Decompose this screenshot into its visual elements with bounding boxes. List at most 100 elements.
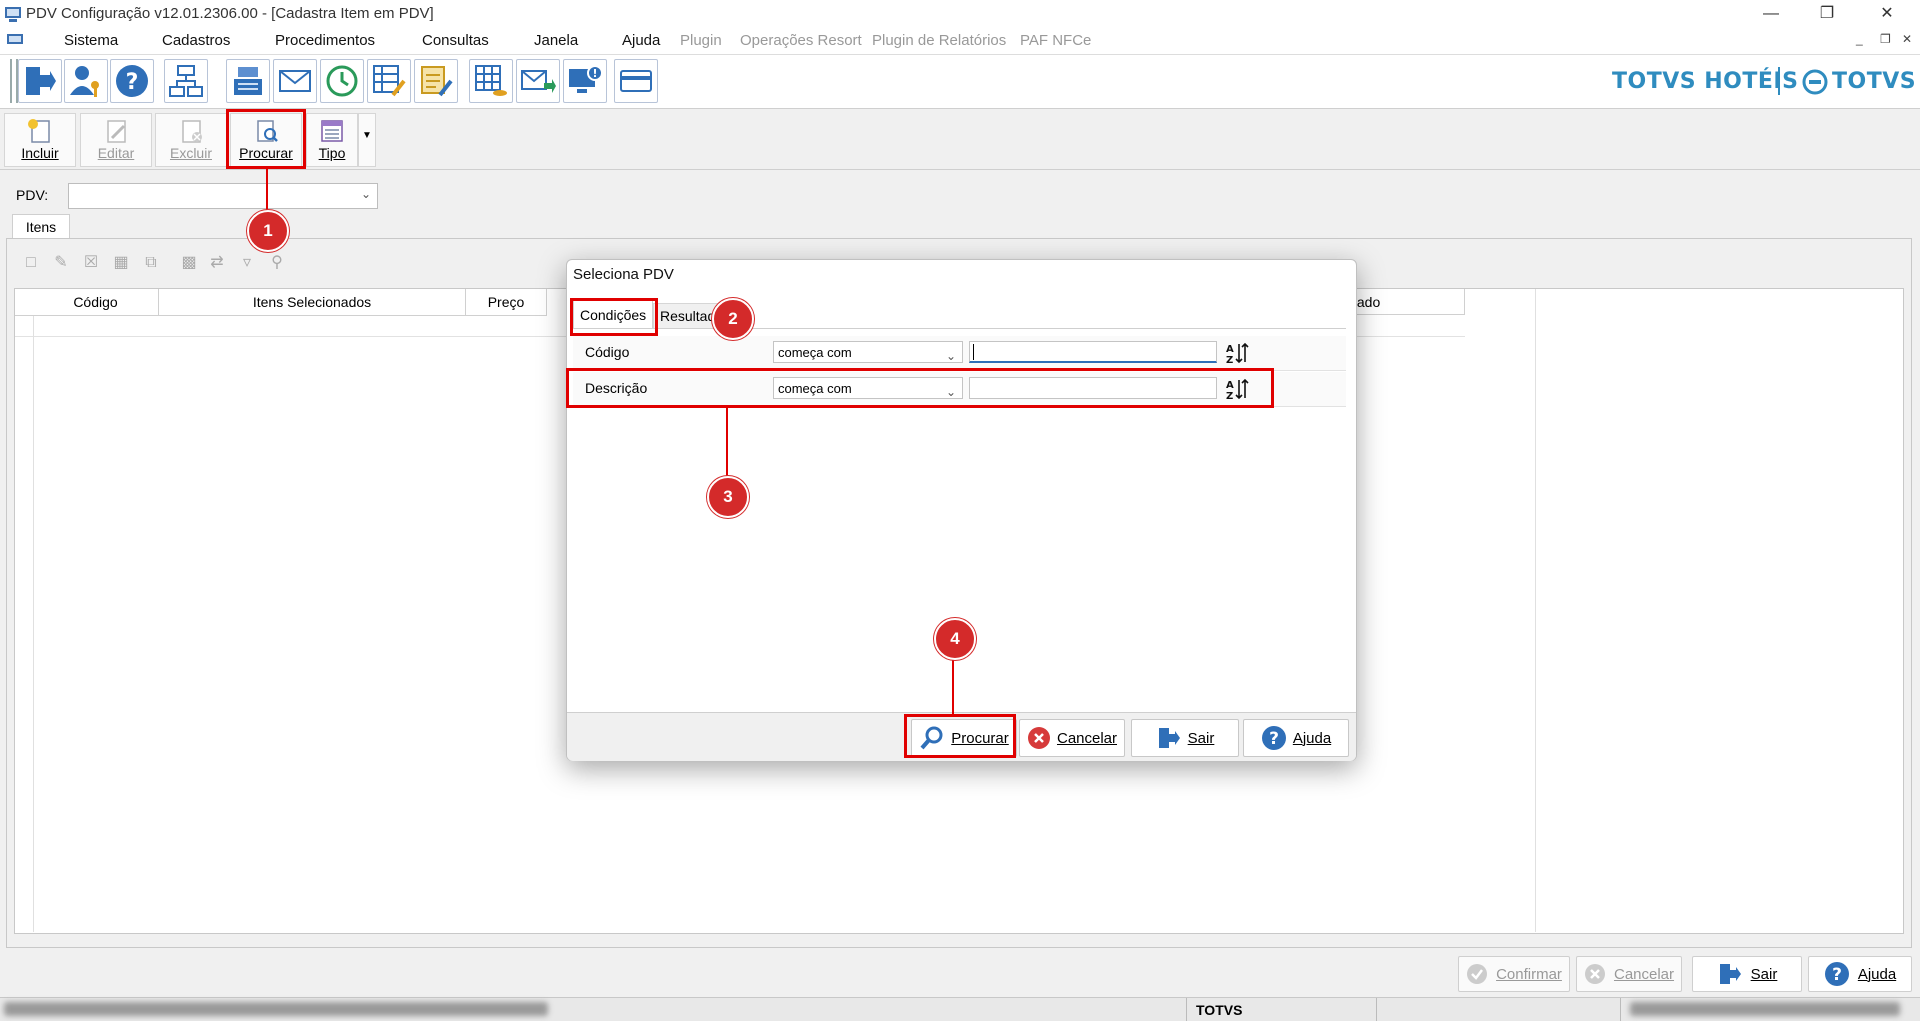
user-key-toolbar-button[interactable] bbox=[64, 59, 108, 103]
condition-value-codigo[interactable] bbox=[969, 341, 1217, 363]
menu-plugin-relatorios[interactable]: Plugin de Relatórios bbox=[872, 32, 1006, 49]
user-key-icon bbox=[70, 66, 99, 97]
mail-send-icon bbox=[521, 70, 556, 93]
tipo-button[interactable]: Tipo bbox=[306, 113, 358, 167]
grid-row-indicator bbox=[15, 289, 34, 316]
condition-row-codigo: Código começa com ⌄ AZ bbox=[573, 336, 1346, 371]
status-divider bbox=[1186, 998, 1187, 1021]
menu-ajuda[interactable]: Ajuda bbox=[622, 32, 660, 49]
editar-button[interactable]: Editar bbox=[80, 113, 152, 167]
structure-toolbar-button[interactable] bbox=[164, 59, 208, 103]
monitor-alert-icon: ! bbox=[569, 65, 603, 93]
brand-totvs-hoteis: TOTVS HOTÉIS bbox=[1612, 69, 1799, 94]
chevron-down-icon: ⌄ bbox=[360, 187, 371, 201]
cash-register-icon bbox=[234, 67, 262, 95]
mail-toolbar-button[interactable] bbox=[273, 59, 317, 103]
bottom-sair-button[interactable]: Sair bbox=[1692, 956, 1802, 992]
callout-line-3 bbox=[726, 408, 728, 478]
exit-door-icon bbox=[1719, 964, 1741, 984]
mdi-child-icon bbox=[7, 34, 23, 44]
mdi-close-icon[interactable]: ✕ bbox=[1902, 32, 1912, 46]
step-marker-1: 1 bbox=[247, 210, 289, 252]
minimize-window-button[interactable]: — bbox=[1748, 2, 1794, 26]
filter-icon[interactable]: ▿ bbox=[236, 252, 258, 274]
sort-az-icon[interactable]: AZ bbox=[1225, 341, 1251, 365]
spreadsheet-coins-icon bbox=[475, 65, 507, 96]
help-toolbar-button[interactable]: ? bbox=[110, 59, 154, 103]
step-marker-4: 4 bbox=[934, 618, 976, 660]
grid-edit-icon[interactable]: ✎ bbox=[50, 252, 72, 274]
confirmar-button[interactable]: Confirmar bbox=[1458, 956, 1570, 992]
title-bar: PDV Configuração v12.01.2306.00 - [Cadas… bbox=[0, 0, 1920, 28]
mdi-minimize-icon[interactable]: _ bbox=[1856, 32, 1863, 46]
column-preco[interactable]: Preço bbox=[466, 289, 547, 316]
pdv-label: PDV: bbox=[16, 187, 49, 203]
tab-itens[interactable]: Itens bbox=[12, 214, 70, 239]
money-edit-toolbar-button[interactable] bbox=[414, 59, 458, 103]
dialog-sair-button[interactable]: Sair bbox=[1131, 719, 1239, 757]
pdv-select[interactable]: ⌄ bbox=[68, 183, 378, 209]
monitor-alert-toolbar-button[interactable]: ! bbox=[563, 59, 607, 103]
action-toolbar: Incluir Editar Excluir Procurar Tipo ▼ bbox=[0, 109, 1920, 170]
mdi-restore-icon[interactable]: ❐ bbox=[1880, 32, 1891, 46]
exit-toolbar-button[interactable] bbox=[18, 59, 62, 103]
status-bar: TOTVS bbox=[0, 997, 1920, 1021]
grid-new-icon[interactable]: □ bbox=[20, 252, 42, 274]
column-codigo[interactable]: Código bbox=[33, 289, 159, 316]
dialog-ajuda-button[interactable]: ? Ajuda bbox=[1243, 719, 1349, 757]
brand-divider bbox=[1778, 67, 1780, 95]
seleciona-pdv-dialog: Seleciona PDV Condições Resultado Código… bbox=[566, 259, 1357, 761]
grid-move-icon[interactable]: ⇄ bbox=[206, 252, 228, 274]
step-marker-2: 2 bbox=[712, 298, 754, 340]
bottom-ajuda-button[interactable]: ? Ajuda bbox=[1808, 956, 1912, 992]
restore-window-button[interactable]: ❐ bbox=[1804, 2, 1850, 26]
status-user-blurred bbox=[1630, 1002, 1900, 1016]
menu-cadastros[interactable]: Cadastros bbox=[162, 32, 230, 49]
help-icon: ? bbox=[1824, 962, 1849, 986]
table-edit-icon bbox=[373, 65, 406, 97]
menu-operacoes-resort[interactable]: Operações Resort bbox=[740, 32, 862, 49]
menu-consultas[interactable]: Consultas bbox=[422, 32, 489, 49]
excluir-button[interactable]: Excluir bbox=[155, 113, 227, 167]
grid-view-icon[interactable]: ▦ bbox=[110, 252, 132, 274]
close-window-button[interactable]: ✕ bbox=[1864, 2, 1910, 26]
tipo-dropdown-arrow[interactable]: ▼ bbox=[358, 113, 376, 167]
column-itens-selecionados[interactable]: Itens Selecionados bbox=[159, 289, 466, 316]
condition-label-codigo: Código bbox=[585, 344, 630, 360]
svg-text:?: ? bbox=[1269, 729, 1279, 749]
search-icon[interactable]: ⚲ bbox=[266, 252, 288, 274]
table-edit-toolbar-button[interactable] bbox=[367, 59, 411, 103]
history-toolbar-button[interactable] bbox=[320, 59, 364, 103]
highlight-descricao-row bbox=[566, 368, 1274, 408]
highlight-dialog-procurar bbox=[904, 714, 1016, 758]
dialog-cancelar-button[interactable]: Cancelar bbox=[1019, 719, 1125, 757]
card-toolbar-button[interactable] bbox=[614, 59, 658, 103]
bottom-cancelar-button[interactable]: Cancelar bbox=[1576, 956, 1682, 992]
condition-operator-codigo[interactable]: começa com ⌄ bbox=[773, 341, 963, 363]
grid-indicator-divider bbox=[33, 316, 34, 932]
app-icon bbox=[5, 7, 21, 22]
status-company-blurred bbox=[4, 1002, 548, 1016]
envelope-icon bbox=[279, 70, 311, 92]
svg-text:A: A bbox=[1226, 344, 1234, 355]
menu-janela[interactable]: Janela bbox=[534, 32, 578, 49]
grid-save-icon[interactable]: ▩ bbox=[178, 252, 200, 274]
menu-procedimentos[interactable]: Procedimentos bbox=[275, 32, 375, 49]
menu-sistema[interactable]: Sistema bbox=[64, 32, 118, 49]
menu-paf-nfce[interactable]: PAF NFCe bbox=[1020, 32, 1091, 49]
menu-plugin[interactable]: Plugin bbox=[680, 32, 722, 49]
send-mail-toolbar-button[interactable] bbox=[516, 59, 560, 103]
window-title: PDV Configuração v12.01.2306.00 - [Cadas… bbox=[26, 5, 434, 22]
spreadsheet-toolbar-button[interactable] bbox=[469, 59, 513, 103]
cash-register-toolbar-button[interactable] bbox=[226, 59, 270, 103]
brand-totvs: TOTVS bbox=[1832, 69, 1917, 94]
exit-door-icon bbox=[26, 67, 56, 95]
status-divider-3 bbox=[1620, 998, 1621, 1021]
incluir-button[interactable]: Incluir bbox=[4, 113, 76, 167]
grid-copy-icon[interactable]: ⧉ bbox=[140, 252, 162, 274]
cancel-icon bbox=[1027, 727, 1050, 749]
highlight-procurar bbox=[226, 109, 306, 169]
grid-delete-icon[interactable]: ☒ bbox=[80, 252, 102, 274]
exit-door-icon bbox=[1158, 728, 1180, 748]
list-type-icon bbox=[321, 120, 343, 142]
